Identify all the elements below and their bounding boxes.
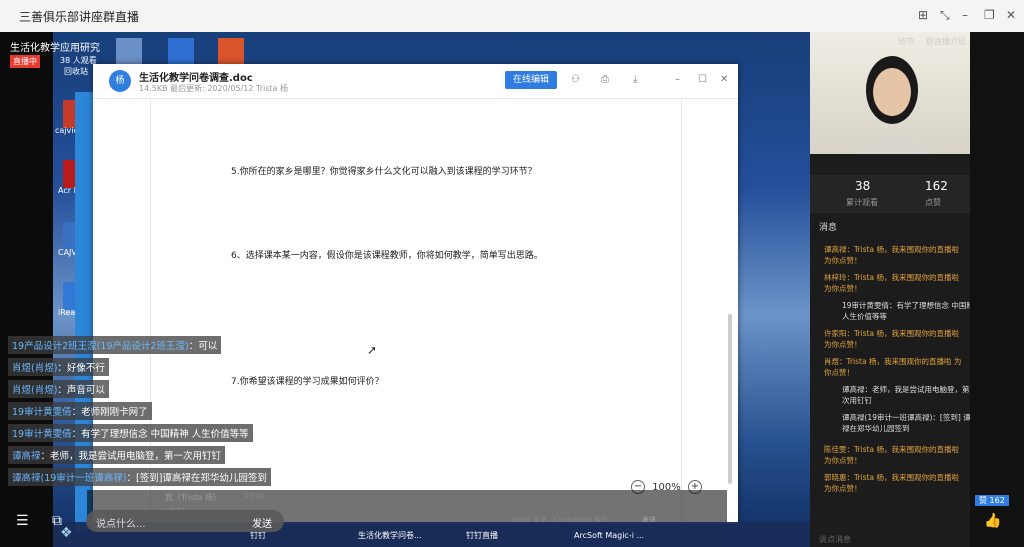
download-icon[interactable]: ⤓ xyxy=(633,74,637,85)
chat-message: 19产品设计2班王滢(19产品设计2班王滢)：可以 xyxy=(8,336,222,354)
likes-value: 162 xyxy=(925,179,948,193)
stream-stage: 生活化教学应用研究 直播中 38 人观看 回收站 cajvie Acr Reac… xyxy=(0,32,810,547)
document-filename: 生活化教学问卷调查.doc xyxy=(139,73,253,84)
dingtalk-left-rail xyxy=(75,92,93,532)
pin-icon[interactable]: ⊞ xyxy=(918,8,928,22)
close-icon[interactable]: ✕ xyxy=(1006,8,1016,22)
recycle-bin-label: 回收站 xyxy=(64,67,88,76)
chat-message: 19审计黄雯倩：老师刚刚卡网了 xyxy=(8,402,152,420)
question-7: 7.你希望该课程的学习成果如何评价？ xyxy=(231,377,384,387)
document-scrollbar[interactable] xyxy=(728,314,732,484)
right-strip xyxy=(970,32,1024,547)
side-message: 谭高禄(19审计一班谭高禄)：[签到] 谭高禄在郑华幼儿园签到 xyxy=(842,413,979,433)
powerpoint-icon xyxy=(218,38,244,66)
side-message: 郭晓惠：Trista 杨，我来围观你的直播啦 为你点赞！ xyxy=(824,473,959,493)
likes-badge: 赞 162 xyxy=(975,495,1009,506)
share-icon[interactable]: ⚇ xyxy=(571,74,580,85)
close-doc-icon[interactable]: ✕ xyxy=(720,74,728,85)
sender-label: 我（Trista 杨） xyxy=(165,493,221,502)
word-icon xyxy=(168,38,194,66)
avatar: 杨 xyxy=(109,70,131,92)
side-message: 陈佳雯：Trista 杨，我来围观你的直播啦 为你点赞！ xyxy=(824,445,959,465)
window-title: 三善俱乐部讲座群直播 xyxy=(19,10,140,24)
side-message: 谭高禄：老师，我是尝试用电脑登，第一次用钉钉 xyxy=(842,385,977,405)
total-views-value: 38 xyxy=(855,179,871,193)
minimize-doc-icon[interactable]: – xyxy=(675,74,680,85)
chat-message: 谭高禄(19审计一班谭高禄)：[签到]谭高禄在郑华幼儿园签到 xyxy=(8,468,271,486)
side-message-input[interactable]: 说点消息 xyxy=(819,534,851,545)
mouse-cursor-icon: ➚ xyxy=(367,343,378,357)
minimize-icon[interactable]: – xyxy=(962,8,968,22)
document-page[interactable]: 5.你所在的家乡是哪里？你觉得家乡什么文化可以融入到该课程的学习环节？ 6、选择… xyxy=(150,98,682,524)
chat-message: 肖煜(肖煜)：声音可以 xyxy=(8,380,109,398)
taskbar-item: 生活化教学问卷... xyxy=(358,531,422,540)
side-top-links: 结中 群直播介绍 举报 xyxy=(810,32,988,57)
fullscreen-icon[interactable]: ⤡ xyxy=(940,8,950,23)
side-message: 许家阳：Trista 杨，我来围观你的直播啦 为你点赞！ xyxy=(824,329,959,349)
chat-message: 谭高禄：老师，我是尝试用电脑登，第一次用钉钉 xyxy=(8,446,226,464)
chat-message: 19审计黄雯倩：有学了理想信念 中国精神 人生价值等等 xyxy=(8,424,253,442)
taskbar-item: ArcSoft Magic-i ... xyxy=(574,531,645,540)
side-message: 19审计黄雯倩：有学了理想信念 中国精神 人生价值等等 xyxy=(842,301,982,321)
document-meta: 14.5KB 最后更新: 2020/05/12 Trista 杨 xyxy=(139,84,288,93)
side-message: 肖煜：Trista 杨，我来围观你的直播啦 为你点赞！ xyxy=(824,357,962,377)
iread-label: iRea xyxy=(58,308,76,317)
presenter-camera xyxy=(810,32,970,154)
chat-input-placeholder: 说点什么... xyxy=(96,519,146,530)
window-titlebar: 三善俱乐部讲座群直播 ⊞ ⤡ – ❐ ✕ xyxy=(0,0,1024,33)
messages-title: 消息 xyxy=(819,223,838,233)
group-intro-link[interactable]: 群直播介绍 xyxy=(926,36,966,47)
stats-panel: 38 累计观看 162 点赞 xyxy=(810,175,970,213)
link-1[interactable]: 结中 xyxy=(898,36,914,47)
likes-label: 点赞 xyxy=(925,198,941,207)
side-message: 林梓玲：Trista 杨，我来围观你的直播啦 为你点赞！ xyxy=(824,273,959,293)
sender-date: 05-18 xyxy=(244,492,265,500)
print-icon[interactable]: ⎙ xyxy=(601,74,609,85)
viewer-count: 38 人观看 xyxy=(60,56,97,65)
total-views-label: 累计观看 xyxy=(846,198,878,207)
stream-title: 生活化教学应用研究 xyxy=(10,43,100,54)
side-message: 谭高禄：Trista 杨，我来围观你的直播啦 为你点赞！ xyxy=(824,245,959,265)
restore-icon[interactable]: ❐ xyxy=(984,8,995,22)
danmaku-toggle-icon[interactable]: ☰ xyxy=(16,513,29,529)
live-badge: 直播中 xyxy=(10,55,40,68)
maximize-doc-icon[interactable]: ☐ xyxy=(698,74,707,85)
live-side-panel: 结中 群直播介绍 举报 38 累计观看 162 点赞 消息 谭高禄：Trista… xyxy=(810,32,988,547)
online-edit-button[interactable]: 在线编辑 xyxy=(505,71,557,89)
like-thumb-icon[interactable]: 👍 xyxy=(984,513,1001,529)
chat-message: 肖煜(肖煜)：好像不行 xyxy=(8,358,109,376)
desktop-app-icon xyxy=(116,38,142,66)
screen-rotate-icon[interactable]: ⧉ xyxy=(52,513,62,529)
send-button[interactable]: 发送 xyxy=(252,515,272,530)
document-header: 杨 生活化教学问卷调查.doc 14.5KB 最后更新: 2020/05/12 … xyxy=(93,64,738,99)
question-6: 6、选择课本某一内容，假设你是该课程教师，你将如何教学，简单写出思路。 xyxy=(231,251,543,261)
chat-input[interactable]: 说点什么... 发送 xyxy=(86,510,284,532)
question-5: 5.你所在的家乡是哪里？你觉得家乡什么文化可以融入到该课程的学习环节？ xyxy=(231,167,537,177)
taskbar-item: 钉钉直播 xyxy=(466,531,498,540)
